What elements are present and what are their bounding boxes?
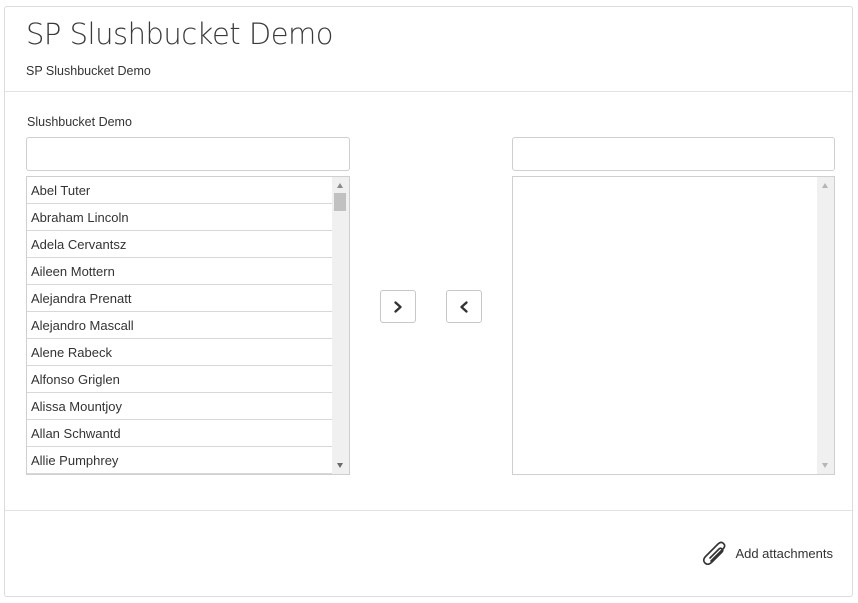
list-item[interactable]: Alene Rabeck xyxy=(27,339,332,366)
selected-list[interactable] xyxy=(512,176,835,475)
list-item[interactable]: Alejandro Mascall xyxy=(27,312,332,339)
list-item[interactable]: Alfonso Griglen xyxy=(27,366,332,393)
remove-selected-button[interactable] xyxy=(446,290,482,323)
scroll-thumb[interactable] xyxy=(334,193,346,211)
chevron-right-icon xyxy=(394,300,402,313)
available-items: Abel Tuter Abraham Lincoln Adela Cervant… xyxy=(27,177,332,474)
list-item[interactable]: Abraham Lincoln xyxy=(27,204,332,231)
scroll-up-icon[interactable] xyxy=(822,183,828,188)
available-list[interactable]: Abel Tuter Abraham Lincoln Adela Cervant… xyxy=(26,176,350,475)
chevron-left-icon xyxy=(460,300,468,313)
list-item[interactable]: Alejandra Prenatt xyxy=(27,285,332,312)
paperclip-icon xyxy=(703,541,726,565)
scroll-up-icon[interactable] xyxy=(337,183,343,188)
page-subtitle: SP Slushbucket Demo xyxy=(26,64,151,78)
selected-scrollbar[interactable] xyxy=(817,177,834,474)
form-card: SP Slushbucket Demo SP Slushbucket Demo … xyxy=(4,6,853,597)
page-title: SP Slushbucket Demo xyxy=(26,17,334,51)
footer-divider xyxy=(5,510,852,511)
header-divider xyxy=(5,91,852,92)
scroll-down-icon[interactable] xyxy=(337,463,343,468)
list-item[interactable]: Abel Tuter xyxy=(27,177,332,204)
list-item[interactable]: Aileen Mottern xyxy=(27,258,332,285)
add-attachments-label: Add attachments xyxy=(735,545,833,561)
list-item[interactable]: Allan Schwantd xyxy=(27,420,332,447)
available-scrollbar[interactable] xyxy=(332,177,349,474)
selected-search-input[interactable] xyxy=(512,137,835,171)
add-attachments-button[interactable]: Add attachments xyxy=(701,541,833,565)
list-item[interactable]: Allie Pumphrey xyxy=(27,447,332,474)
list-item[interactable]: Alissa Mountjoy xyxy=(27,393,332,420)
slushbucket-label: Slushbucket Demo xyxy=(27,115,132,129)
list-item[interactable]: Adela Cervantsz xyxy=(27,231,332,258)
add-selected-button[interactable] xyxy=(380,290,416,323)
scroll-down-icon[interactable] xyxy=(822,463,828,468)
available-search-input[interactable] xyxy=(26,137,350,171)
